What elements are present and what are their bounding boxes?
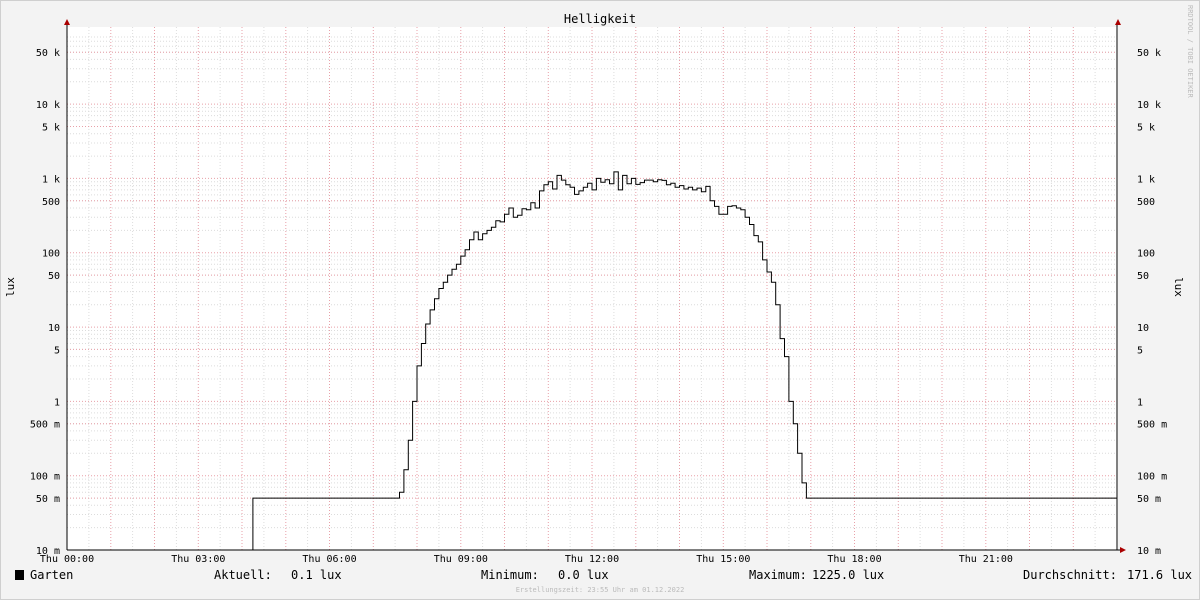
y-tick-label-right: 1 (1137, 397, 1143, 408)
x-tick-label: Thu 15:00 (696, 554, 750, 565)
y-tick-label-left: 1 (54, 397, 60, 408)
x-tick-label: Thu 21:00 (959, 554, 1013, 565)
y-tick-label-left: 10 (48, 323, 60, 334)
x-tick-label: Thu 12:00 (565, 554, 619, 565)
y-axis-label-left: lux (4, 277, 17, 297)
legend-current-label: Aktuell: (214, 568, 272, 582)
y-tick-label-right: 10 k (1137, 100, 1161, 111)
x-tick-label: Thu 00:00 (40, 554, 94, 565)
y-tick-label-right: 500 m (1137, 420, 1167, 431)
creation-time-footer: Erstellungszeit: 23:55 Uhr am 01.12.2022 (516, 586, 685, 594)
y-tick-label-right: 1 k (1137, 174, 1155, 185)
y-tick-label-right: 5 (1137, 345, 1143, 356)
legend-min-value: 0.0 lux (558, 568, 609, 582)
y-tick-label-left: 10 k (36, 100, 60, 111)
legend-swatch (15, 570, 24, 580)
y-tick-label-left: 50 k (36, 48, 60, 59)
y-tick-label-left: 500 m (30, 420, 60, 431)
y-tick-label-right: 10 m (1137, 546, 1161, 557)
y-tick-label-right: 500 (1137, 197, 1155, 208)
y-tick-label-right: 100 (1137, 249, 1155, 260)
legend-avg-label: Durchschnitt: (1023, 568, 1117, 582)
x-tick-label: Thu 06:00 (302, 554, 356, 565)
legend-min-label: Minimum: (481, 568, 539, 582)
y-tick-label-right: 10 (1137, 323, 1149, 334)
y-tick-label-right: 100 m (1137, 472, 1167, 483)
x-tick-label: Thu 09:00 (434, 554, 488, 565)
rrdtool-credit: RRDTOOL / TOBI OETIKER (1186, 5, 1194, 99)
legend-max-value: 1225.0 lux (812, 568, 884, 582)
y-axis-label-right: lux (1172, 277, 1185, 297)
y-tick-label-left: 5 k (42, 123, 60, 134)
graph-window: 50 k 50 k 10 k 10 k5 k5 k1 k1 k 500 500 100 100… (0, 0, 1200, 600)
y-tick-label-left: 100 (42, 249, 60, 260)
x-tick-label: Thu 18:00 (827, 554, 881, 565)
y-tick-label-left: 50 m (36, 494, 60, 505)
y-tick-label-right: 50 k (1137, 48, 1161, 59)
y-tick-label-left: 50 (48, 271, 60, 282)
legend-current-value: 0.1 lux (291, 568, 342, 582)
y-tick-label-left: 5 (54, 345, 60, 356)
chart-title: Helligkeit (564, 12, 636, 26)
y-tick-label-left: 1 k (42, 174, 60, 185)
x-tick-label: Thu 03:00 (171, 554, 225, 565)
y-tick-label-left: 100 m (30, 472, 60, 483)
legend-series-name: Garten (30, 568, 73, 582)
legend-avg-value: 171.6 lux (1127, 568, 1192, 582)
y-tick-label-right: 50 (1137, 271, 1149, 282)
brightness-chart: 50 k 50 k10 k 10 k5 k5 k1 k1 k500 500100 100… (0, 0, 1200, 600)
y-tick-label-right: 50 m (1137, 494, 1161, 505)
y-tick-label-right: 5 k (1137, 123, 1155, 134)
legend-max-label: Maximum: (749, 568, 807, 582)
y-tick-label-left: 500 (42, 197, 60, 208)
